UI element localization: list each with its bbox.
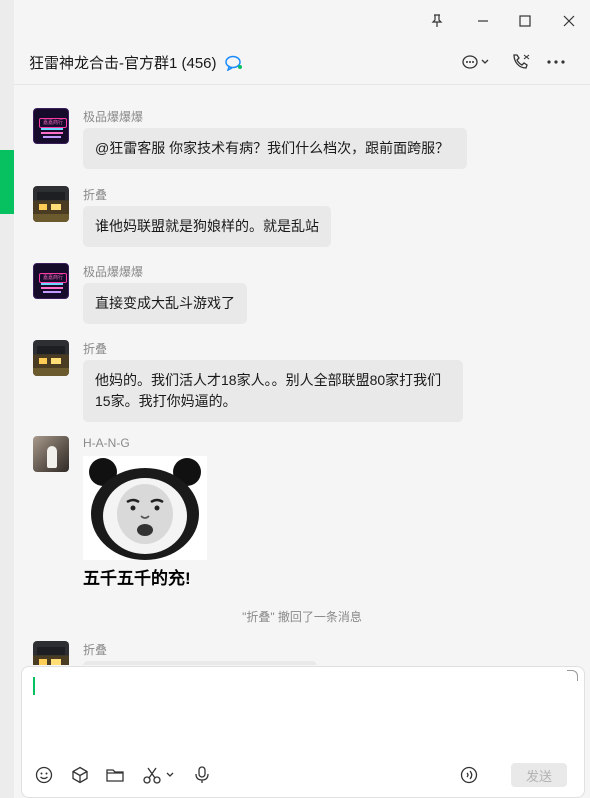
minimize-icon[interactable] (470, 8, 496, 34)
system-notice: "折叠" 撤回了一条消息 (242, 610, 362, 624)
sender-name: 极品爆爆爆 (83, 265, 144, 279)
sender-name: 极品爆爆爆 (83, 110, 144, 124)
send-button[interactable]: 发送 (511, 763, 567, 787)
house-night-avatar[interactable] (33, 340, 69, 376)
chat-header: 狂雷神龙合击-官方群1 (456) (14, 40, 590, 85)
photo-avatar[interactable] (33, 436, 69, 472)
sticker-box-icon[interactable] (71, 764, 89, 786)
sender-name: 折叠 (83, 643, 108, 657)
message-list[interactable]: 嘉嘉商行 极品爆爆爆 @狂雷客服 你家技术有病？我们什么档次，跟前面跨服？ 折叠… (14, 85, 590, 665)
emoji-icon[interactable] (35, 764, 53, 786)
chat-title: 狂雷神龙合击-官方群1 (456) (29, 52, 243, 75)
microphone-icon[interactable] (194, 764, 210, 786)
house-night-avatar[interactable] (33, 186, 69, 222)
house-night-avatar[interactable] (33, 641, 69, 665)
neon-sign-avatar[interactable]: 嘉嘉商行 (33, 108, 69, 144)
sender-name: 折叠 (83, 342, 108, 356)
more-icon[interactable] (547, 51, 565, 73)
panda-face-icon (83, 456, 207, 560)
pin-icon[interactable] (424, 8, 450, 34)
chat-bubble-icon[interactable] (462, 51, 490, 73)
text-cursor (33, 677, 35, 695)
maximize-icon[interactable] (512, 8, 538, 34)
title-bar (14, 0, 590, 40)
chat-title-text: 狂雷神龙合击-官方群1 (456) (29, 55, 217, 72)
message-input[interactable]: 发送 (21, 666, 585, 798)
group-chat-icon[interactable] (224, 55, 243, 75)
sticker-image[interactable]: 五千五千的充! (83, 456, 213, 596)
scissors-icon[interactable] (143, 764, 177, 786)
left-navigation-strip (0, 0, 14, 798)
message-bubble[interactable]: @狂雷客服 你家技术有病？我们什么档次，跟前面跨服？ (83, 128, 467, 169)
chat-window: 狂雷神龙合击-官方群1 (456) 嘉嘉商行 极品爆爆爆 @狂雷客服 你家技术有… (14, 0, 590, 798)
message-bubble[interactable]: 直接变成大乱斗游戏了 (83, 283, 247, 324)
sticker-caption: 五千五千的充! (83, 569, 191, 588)
message-bubble[interactable] (83, 661, 317, 665)
neon-sign-avatar[interactable]: 嘉嘉商行 (33, 263, 69, 299)
call-icon[interactable] (511, 51, 531, 73)
sender-name: 折叠 (83, 188, 108, 202)
sender-name: H-A-N-G (83, 436, 130, 450)
message-bubble[interactable]: 他妈的。我们活人才18家人。。别人全部联盟80家打我们15家。我打你妈逼的。 (83, 360, 463, 422)
message-bubble[interactable]: 谁他妈联盟就是狗娘样的。就是乱站 (83, 206, 331, 247)
resize-handle[interactable] (567, 670, 578, 681)
close-icon[interactable] (556, 8, 582, 34)
folder-icon[interactable] (106, 764, 124, 786)
voice-input-icon[interactable] (460, 764, 478, 786)
active-nav-indicator (0, 150, 14, 214)
